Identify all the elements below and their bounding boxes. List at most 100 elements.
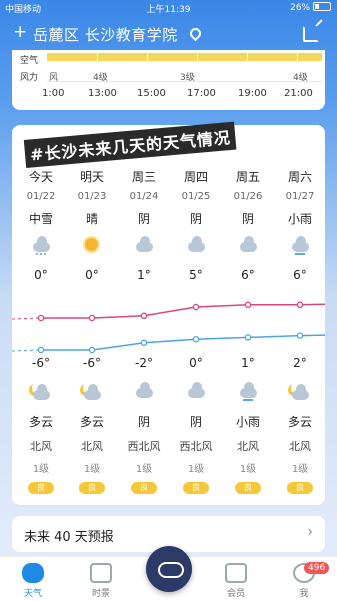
high-temp: 6° — [293, 268, 307, 282]
night-column[interactable]: 小雨北风 1级良 — [222, 382, 274, 494]
wind-level: 1级 — [83, 464, 101, 475]
day-date: 01/25 — [181, 191, 211, 202]
night-column[interactable]: 多云北风 1级良 — [15, 382, 67, 494]
day-column[interactable]: 周四 01/25 阴 5° — [170, 168, 222, 282]
wind-level: 1级 — [135, 464, 153, 475]
tab-label: 会员 — [226, 589, 245, 599]
moon-cloud-icon — [30, 382, 52, 402]
location-pin-icon — [187, 25, 204, 42]
wind-level-row: 风 4级 3级 4级 — [47, 70, 322, 83]
hour-label: 15:00 — [137, 88, 166, 99]
wind-direction: 西北风 — [179, 440, 213, 453]
rain-cloud-icon — [289, 236, 311, 255]
day-column[interactable]: 周三 01/24 阴 1° — [118, 168, 170, 282]
notification-badge: 496 — [304, 562, 330, 574]
hour-label: 17:00 — [187, 88, 216, 99]
tab-label: 天气 — [23, 589, 42, 599]
night-weather: 小雨 — [235, 415, 260, 429]
day-weather: 阴 — [241, 212, 254, 226]
forecast-40-days-label: 未来 40 天预报 — [24, 530, 114, 545]
day-name: 明天 — [79, 170, 104, 184]
cloud-logo-icon — [158, 562, 184, 578]
low-temp: -6° — [32, 356, 50, 370]
wind-direction: 北风 — [237, 440, 259, 453]
wind-level: 1级 — [187, 464, 205, 475]
tab-weather[interactable]: 天气 — [8, 561, 58, 599]
night-column[interactable]: 多云 北风 1级良 — [66, 382, 118, 494]
wind-direction: 西北风 — [127, 440, 161, 453]
cloud-icon — [133, 236, 155, 254]
low-temp: 2° — [293, 356, 307, 370]
status-bar: 中国移动 上午11:39 26% — [0, 0, 337, 16]
clock: 上午11:39 — [146, 5, 191, 15]
wind-level: 1级 — [239, 464, 257, 475]
photo-icon — [90, 563, 112, 583]
day-column[interactable]: 明天 01/23 晴 0° — [66, 168, 118, 282]
location-title[interactable]: 岳麓区 长沙教育学院 — [33, 24, 178, 45]
day-weather: 晴 — [85, 212, 98, 226]
tab-member[interactable]: 会员 — [211, 561, 261, 599]
cloud-icon — [133, 382, 155, 402]
night-column[interactable]: 阴西北风 1级良 — [118, 382, 170, 494]
share-icon[interactable] — [303, 26, 319, 42]
high-temp: 0° — [85, 268, 99, 282]
night-weather: 多云 — [28, 415, 53, 429]
day-date: 01/23 — [77, 191, 107, 202]
wind-level: 1级 — [291, 464, 309, 475]
high-temp: 6° — [241, 268, 255, 282]
day-weather: 阴 — [137, 212, 150, 226]
aqi-badge: 良 — [79, 482, 105, 494]
night-column[interactable]: 阴西北风 1级良 — [170, 382, 222, 494]
battery-indicator: 26% — [290, 2, 331, 13]
hour-label: 19:00 — [238, 88, 267, 99]
wind-label: 风力 — [20, 73, 39, 83]
cloud-icon — [237, 236, 259, 254]
day-name: 今天 — [28, 170, 53, 184]
night-weather: 阴 — [137, 415, 150, 429]
member-icon — [225, 563, 247, 583]
cloud-icon — [185, 382, 207, 402]
night-column[interactable]: 多云 北风 1级良 — [274, 382, 326, 494]
day-column[interactable]: 今天 01/22 中雪 0° — [15, 168, 67, 282]
day-name: 周四 — [183, 170, 208, 184]
aqi-badge: 良 — [287, 482, 313, 494]
day-date: 01/27 — [285, 191, 315, 202]
snow-cloud-icon — [30, 236, 52, 255]
day-column[interactable]: 周五 01/26 阴 6° — [222, 168, 274, 282]
wind-level: 1级 — [32, 464, 50, 475]
night-weather: 多云 — [287, 415, 312, 429]
tab-label: 我 — [299, 589, 309, 599]
aqi-badge: 良 — [28, 482, 54, 494]
add-city-button[interactable]: + — [13, 22, 27, 42]
high-temp: 5° — [189, 268, 203, 282]
hour-label: 21:00 — [284, 88, 313, 99]
day-date: 01/22 — [26, 191, 56, 202]
night-weather: 阴 — [189, 415, 202, 429]
day-weather: 阴 — [189, 212, 202, 226]
location-header: + 岳麓区 长沙教育学院 — [0, 18, 337, 48]
low-temp: -6° — [83, 356, 101, 370]
battery-percent: 26% — [290, 3, 311, 13]
center-action-button[interactable] — [146, 546, 192, 592]
day-date: 01/26 — [233, 191, 263, 202]
air-label: 空气 — [20, 56, 39, 66]
day-date: 01/24 — [129, 191, 159, 202]
rain-cloud-icon — [237, 382, 259, 402]
battery-icon — [313, 2, 331, 11]
tab-photos[interactable]: 时景 — [76, 561, 126, 599]
low-temp: 1° — [241, 356, 255, 370]
high-temp: 0° — [34, 268, 48, 282]
hour-label: 1:00 — [42, 88, 65, 99]
cloud-icon — [185, 236, 207, 254]
air-quality-bar — [47, 53, 322, 61]
aqi-badge: 良 — [235, 482, 261, 494]
aqi-badge: 良 — [183, 482, 209, 494]
day-weather: 小雨 — [287, 212, 312, 226]
wind-direction: 北风 — [30, 440, 52, 453]
moon-cloud-icon — [81, 382, 103, 402]
day-weather: 中雪 — [28, 212, 53, 226]
day-column[interactable]: 周六 01/27 小雨 6° — [274, 168, 326, 282]
hourly-forecast-card[interactable]: 空气 风力 风 4级 3级 4级 1:00 13:00 15:00 17:00 … — [12, 50, 325, 110]
night-weather: 多云 — [79, 415, 104, 429]
hour-label: 13:00 — [88, 88, 117, 99]
